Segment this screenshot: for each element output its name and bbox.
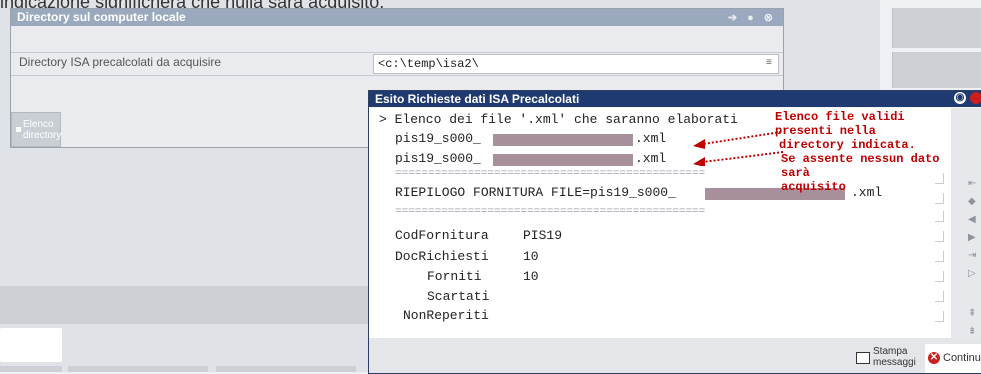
button-strip[interactable] [216, 366, 356, 372]
elenco-directory-button[interactable]: Elenco directory [11, 112, 61, 147]
local-directory-title: Directory sul computer locale [17, 10, 186, 24]
local-directory-title-bar: Directory sul computer locale ➔ ● ⊗ [11, 9, 783, 26]
nonreperiti-label: NonReperiti [403, 308, 489, 323]
gutter-mark [935, 271, 944, 282]
separator-line: ========================================… [395, 206, 706, 218]
annotation-line3: Se assente nessun dato sarà [781, 152, 940, 180]
scroll-down-icon[interactable]: ⇟ [968, 326, 976, 337]
left-icon[interactable]: ◀ [968, 214, 976, 225]
page-caption: indicazione significherà che nulla sarà … [0, 0, 981, 8]
gutter-mark [935, 311, 944, 322]
directory-value: <c:\temp\isa2\ [378, 57, 479, 71]
forniti-label: Forniti [427, 269, 482, 284]
riepilogo-prefix: RIEPILOGO FORNITURA FILE=pis19_s000_ [395, 185, 676, 200]
intro-line: > Elenco dei file '.xml' che saranno ela… [379, 112, 738, 127]
continua-button[interactable]: ✕ Continua [925, 344, 981, 373]
redacted-block [493, 154, 633, 166]
annotation-line1: Elenco file validi presenti nella [775, 110, 905, 138]
result-text-area[interactable]: > Elenco dei file '.xml' che saranno ela… [369, 108, 951, 338]
doc-value: 10 [523, 249, 539, 264]
directory-row: Directory ISA precalcolati da acquisire … [11, 52, 783, 76]
gutter-mark [935, 193, 944, 204]
field-menu-icon[interactable]: ≡ [762, 55, 772, 73]
directory-input[interactable]: <c:\temp\isa2\ ≡ [373, 54, 779, 74]
cod-label: CodFornitura [395, 228, 489, 243]
elenco-line1: Elenco [23, 119, 54, 130]
cancel-icon: ✕ [928, 352, 940, 364]
forniti-value: 10 [523, 269, 539, 284]
last-page-icon[interactable]: ▷ [968, 268, 976, 279]
arrowhead-1 [693, 139, 705, 149]
gutter-mark [935, 251, 944, 262]
arrow-line-2 [702, 151, 784, 163]
right-panel-middle [892, 52, 981, 88]
window-controls[interactable]: ➔ ● ⊗ [722, 10, 777, 27]
stampa-line2: messaggi [873, 357, 916, 368]
close-icon[interactable] [970, 92, 981, 104]
cod-value: PIS19 [523, 228, 563, 243]
first-page-icon[interactable]: ⇤ [968, 178, 976, 189]
annotation-line2: directory indicata. [779, 138, 916, 152]
annotation-line4: acquisito [781, 180, 846, 194]
directory-label: Directory ISA precalcolati da acquisire [19, 55, 222, 69]
right-panel-top [892, 8, 981, 48]
stampa-messaggi-button[interactable]: Stampa messaggi [853, 344, 917, 373]
annotation-text: Elenco file validi presenti nella direct… [775, 110, 951, 194]
radio-icon[interactable]: ◉ [954, 92, 966, 104]
up-icon[interactable]: ◆ [968, 196, 976, 207]
minimize-icon[interactable]: ● [741, 12, 758, 24]
button-strip[interactable] [68, 366, 208, 372]
next-icon[interactable]: ⇥ [968, 250, 976, 261]
close-icon[interactable]: ⊗ [758, 12, 777, 24]
gutter-mark [935, 211, 944, 222]
scartati-label: Scartati [427, 289, 490, 304]
annotation-arrows [693, 131, 784, 166]
navigation-scrollbar[interactable]: ⇤ ◆ ◀ ▶ ⇥ ▷ ⇞ ⇟ [951, 108, 981, 338]
redacted-block [493, 134, 633, 146]
button-strip[interactable] [0, 366, 62, 372]
file2-prefix: pis19_s000_ [395, 151, 481, 166]
lower-bar [0, 286, 370, 324]
elenco-line2: directory [23, 130, 62, 141]
gutter-mark [935, 231, 944, 242]
result-bottom-bar: Stampamessaggi ✕ Continua [369, 338, 981, 373]
pin-icon[interactable]: ➔ [722, 12, 741, 24]
separator-line: ========================================… [395, 168, 706, 180]
square-icon [16, 127, 21, 132]
doc-label: DocRichiesti [395, 249, 489, 264]
arrowhead-2 [693, 157, 705, 166]
arrow-line-1 [702, 131, 782, 145]
file2-suffix: .xml [635, 151, 667, 166]
result-window: Esito Richieste dati ISA Precalcolati ◉ … [368, 90, 981, 374]
file1-suffix: .xml [635, 131, 667, 146]
result-title-bar: Esito Richieste dati ISA Precalcolati ◉ [369, 91, 981, 107]
white-panel [0, 328, 62, 362]
gutter-mark [935, 291, 944, 302]
scroll-up-icon[interactable]: ⇞ [968, 308, 976, 319]
printer-icon [856, 352, 870, 364]
stampa-line1: Stampa [873, 346, 908, 357]
result-title: Esito Richieste dati ISA Precalcolati [375, 92, 580, 106]
right-icon[interactable]: ▶ [968, 232, 976, 243]
file1-prefix: pis19_s000_ [395, 131, 481, 146]
continua-label: Continua [943, 352, 981, 364]
